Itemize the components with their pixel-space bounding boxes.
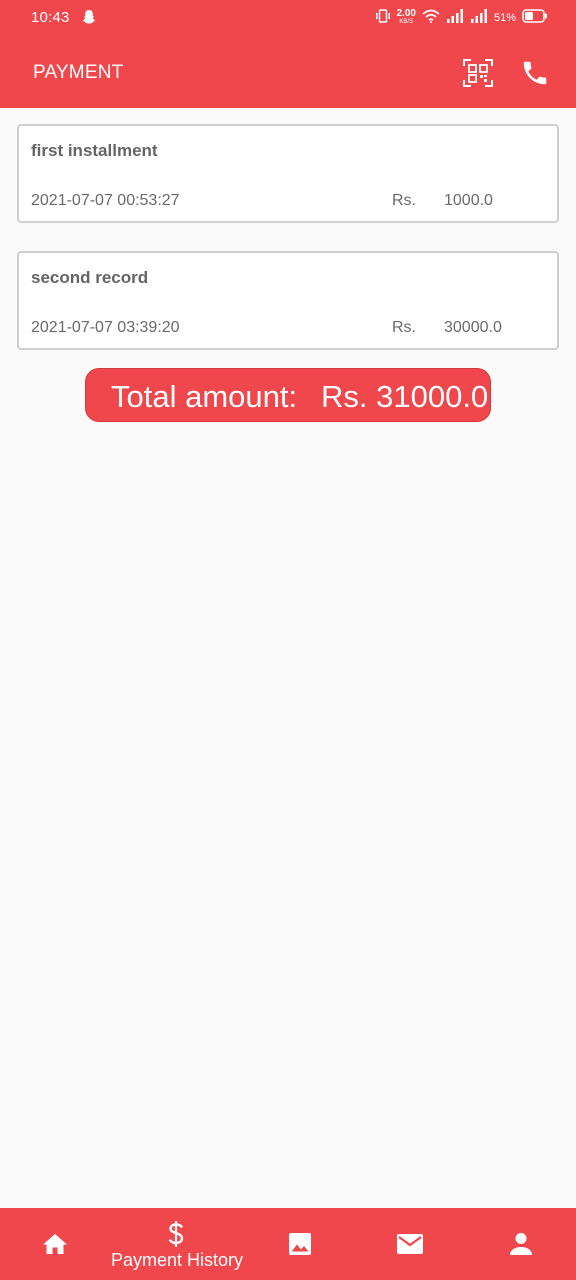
home-icon (42, 1232, 68, 1256)
qr-scan-button[interactable] (462, 58, 494, 88)
snapchat-notification-icon (82, 9, 96, 30)
payment-card[interactable]: first installment 2021-07-07 00:53:27 Rs… (17, 124, 559, 223)
payment-amount: 1000.0 (444, 192, 493, 209)
vibrate-icon (375, 8, 391, 28)
status-icons: 2.00 KB/S 51% (375, 8, 549, 28)
status-bar: 10:43 2.00 KB/S 51% (0, 0, 576, 36)
mail-icon (396, 1233, 424, 1255)
signal-icon-sim2 (470, 8, 488, 28)
payment-currency: Rs. (392, 192, 416, 209)
app-bar: PAYMENT (0, 36, 576, 108)
signal-icon-sim1 (446, 8, 464, 28)
total-amount-label: Total amount: (111, 379, 298, 414)
network-speed-value: 2.00 (396, 8, 416, 19)
payment-amount: 30000.0 (444, 319, 502, 336)
call-button[interactable] (520, 58, 550, 88)
nav-messages[interactable] (380, 1208, 440, 1280)
payment-datetime: 2021-07-07 03:39:20 (31, 319, 180, 336)
nav-profile[interactable] (490, 1208, 550, 1280)
payment-datetime: 2021-07-07 00:53:27 (31, 192, 180, 209)
image-icon (288, 1232, 312, 1256)
person-icon (509, 1232, 533, 1256)
payment-card[interactable]: second record 2021-07-07 03:39:20 Rs. 30… (17, 251, 559, 350)
total-amount-value: Rs. 31000.0 (321, 379, 489, 414)
payment-currency: Rs. (392, 319, 416, 336)
network-speed-unit: KB/S (399, 19, 414, 25)
nav-gallery[interactable] (270, 1208, 330, 1280)
qr-code-scan-icon (462, 59, 494, 92)
page-title: PAYMENT (33, 62, 124, 83)
dollar-icon (168, 1220, 184, 1248)
nav-home[interactable] (22, 1208, 88, 1280)
wifi-icon (422, 9, 440, 28)
payment-title: second record (31, 268, 149, 287)
nav-payment-history-label: Payment History (111, 1250, 244, 1270)
bottom-navigation: Payment History (0, 1208, 576, 1280)
payment-title: first installment (31, 141, 158, 160)
phone-icon (520, 61, 550, 92)
battery-percent: 51% (493, 12, 516, 24)
network-speed: 2.00 KB/S (396, 8, 416, 26)
status-time: 10:43 (31, 9, 70, 26)
battery-icon (522, 8, 548, 28)
total-amount-badge: Total amount: Rs. 31000.0 (85, 368, 491, 422)
